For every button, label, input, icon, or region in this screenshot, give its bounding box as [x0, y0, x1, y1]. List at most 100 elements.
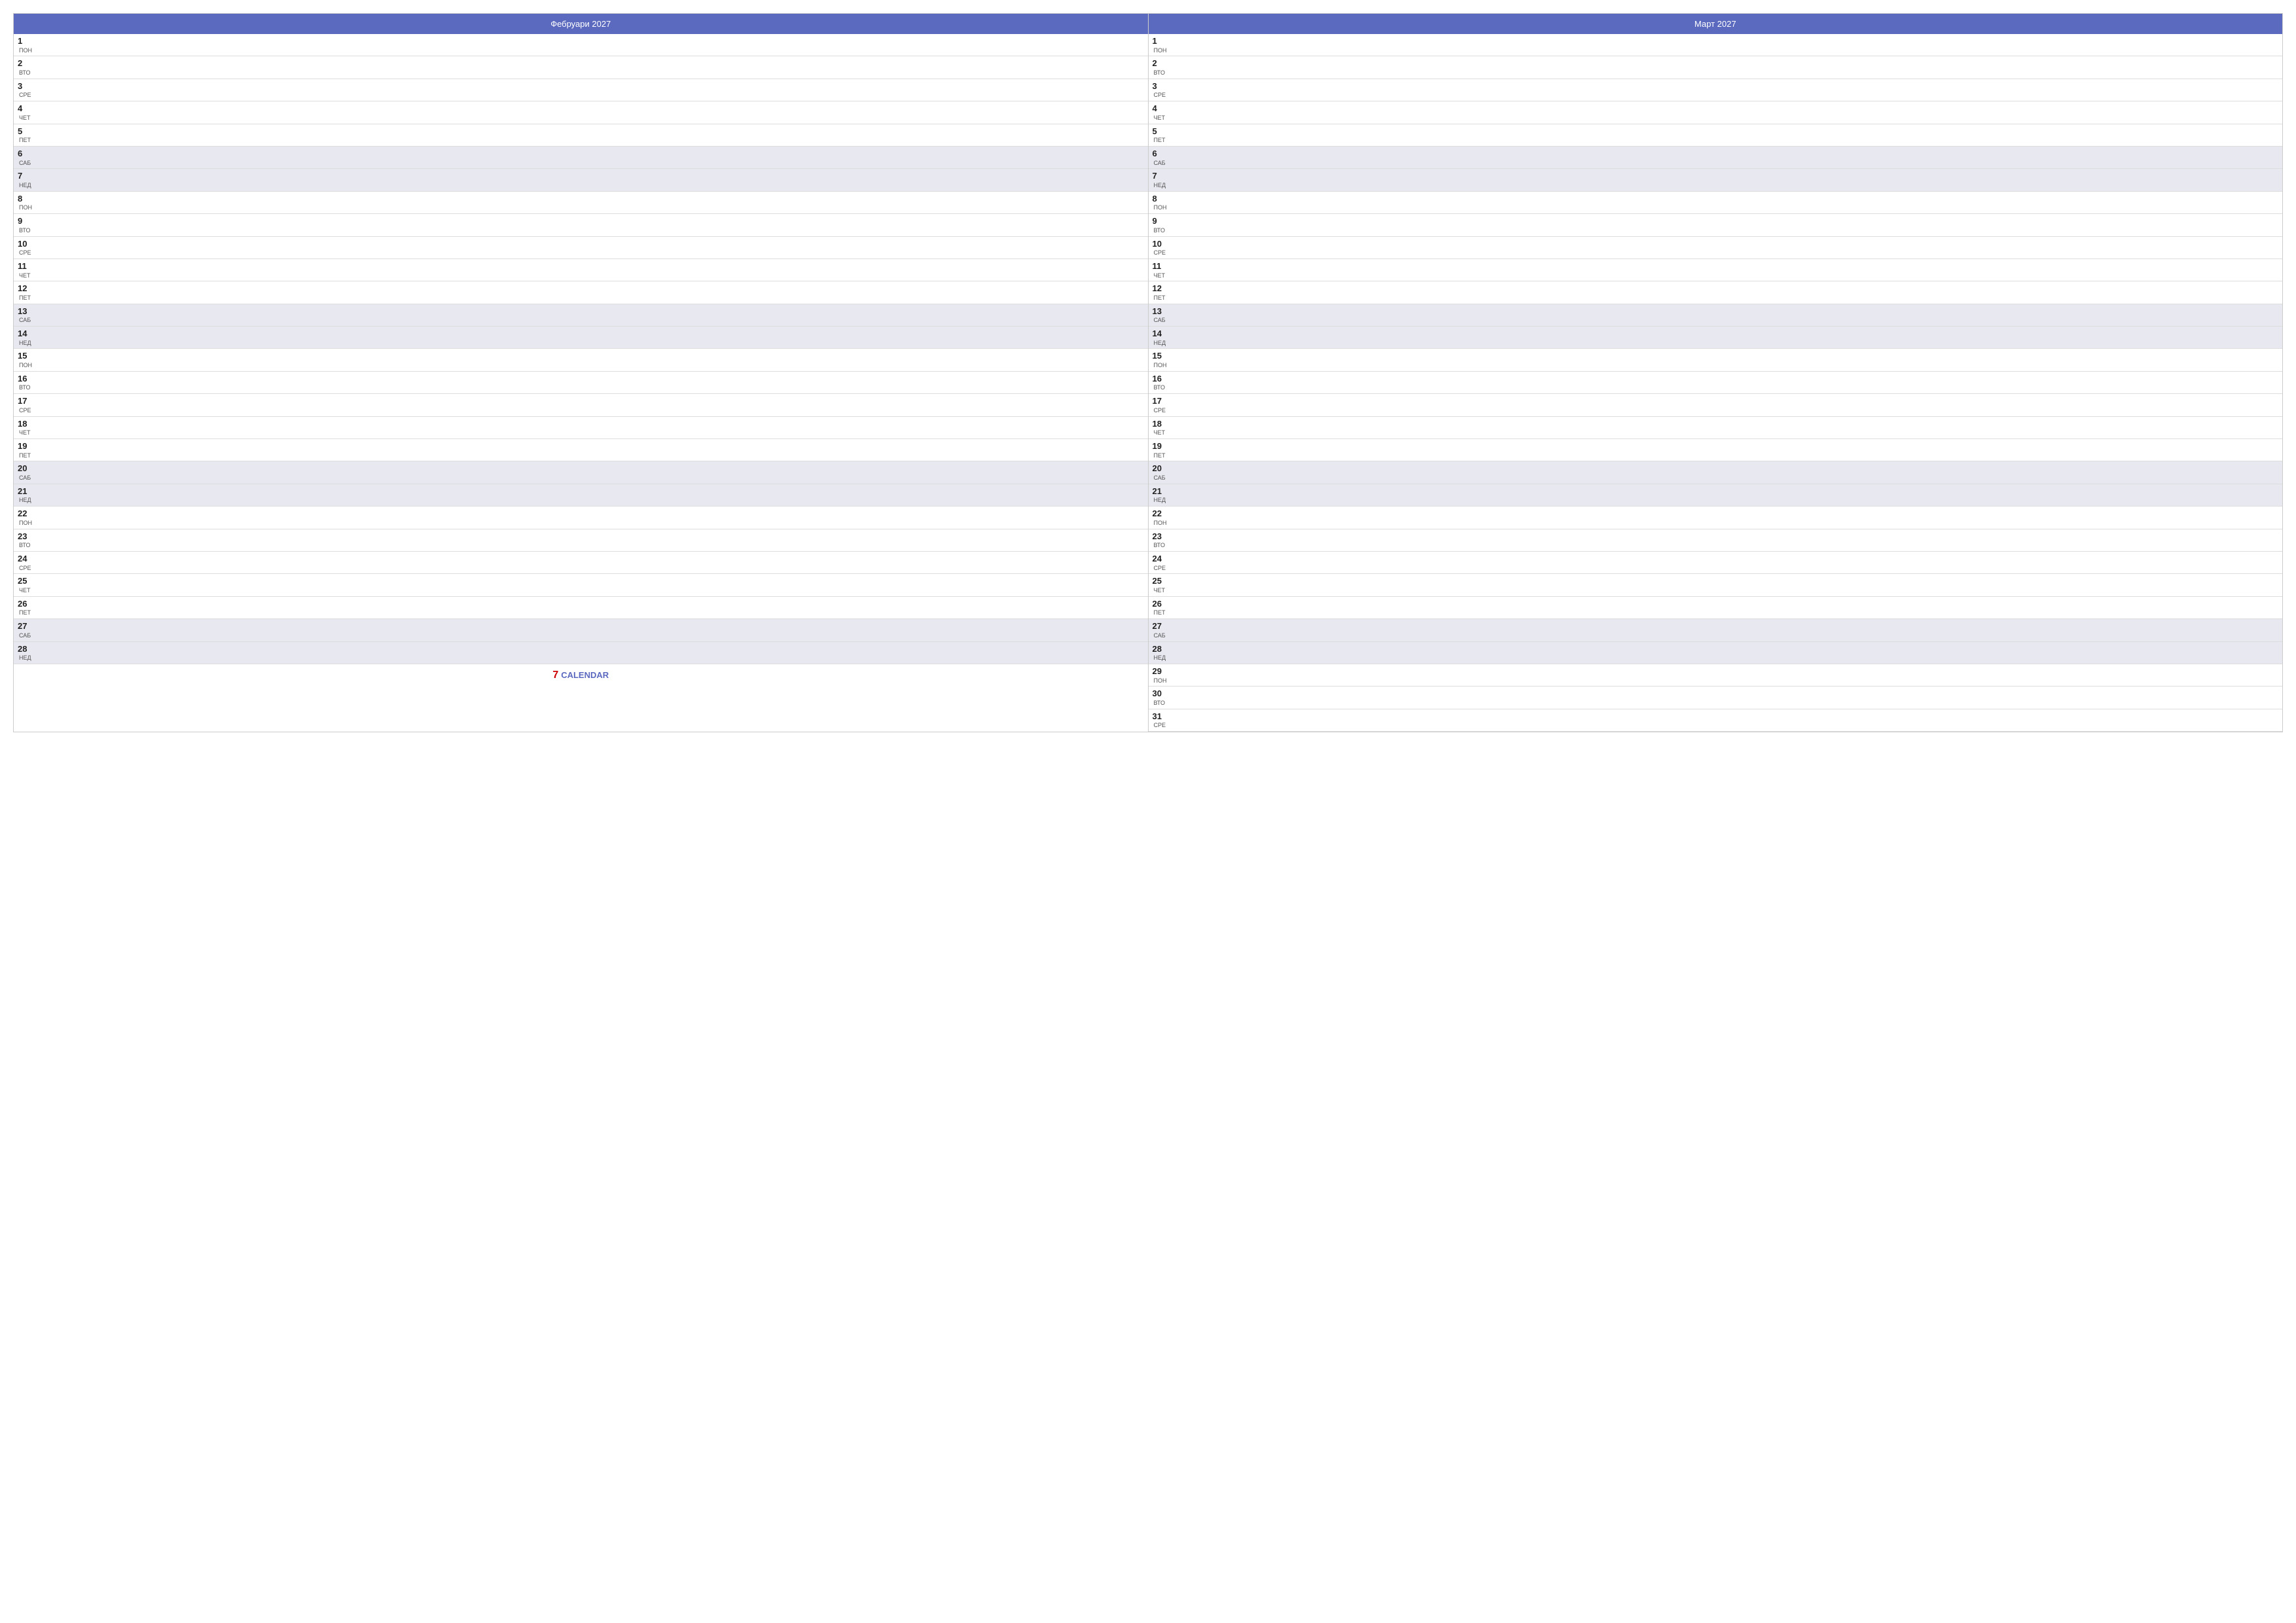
feb-day-row-27: 27САБ [14, 619, 1148, 641]
mar-day-name-24: СРЕ [1154, 565, 1166, 572]
mar-day-number-11: 11 [1153, 261, 1166, 272]
feb-day-row-5: 5ПЕТ [14, 124, 1148, 147]
mar-day-number-24: 24 [1153, 554, 1166, 564]
feb-day-row-9: 9ВТО [14, 214, 1148, 236]
mar-day-name-17: СРЕ [1154, 407, 1166, 414]
mar-day-name-29: ПОН [1154, 677, 1167, 685]
mar-day-number-25: 25 [1153, 576, 1166, 586]
feb-day-row-3: 3СРЕ [14, 79, 1148, 101]
mar-day-row-19: 19ПЕТ [1149, 439, 2283, 461]
feb-day-row-25: 25ЧЕТ [14, 574, 1148, 596]
mar-day-number-22: 22 [1153, 508, 1167, 519]
february-header: Фебруари 2027 [14, 14, 1148, 34]
mar-day-number-28: 28 [1153, 644, 1166, 654]
feb-day-name-6: САБ [19, 160, 31, 167]
feb-day-name-22: ПОН [19, 520, 32, 527]
feb-day-number-25: 25 [18, 576, 31, 586]
feb-day-number-4: 4 [18, 103, 31, 114]
feb-day-name-16: ВТО [19, 384, 31, 391]
feb-day-number-17: 17 [18, 396, 31, 406]
mar-day-row-13: 13САБ [1149, 304, 2283, 327]
mar-day-number-8: 8 [1153, 194, 1167, 204]
mar-day-row-3: 3СРЕ [1149, 79, 2283, 101]
mar-day-number-27: 27 [1153, 621, 1166, 632]
mar-day-name-15: ПОН [1154, 362, 1167, 369]
march-title: Март 2027 [1695, 19, 1736, 29]
feb-day-number-5: 5 [18, 126, 31, 137]
feb-day-name-13: САБ [19, 317, 31, 324]
mar-day-row-9: 9ВТО [1149, 214, 2283, 236]
feb-day-number-10: 10 [18, 239, 31, 249]
feb-day-row-7: 7НЕД [14, 169, 1148, 191]
feb-day-number-23: 23 [18, 531, 31, 542]
mar-day-number-26: 26 [1153, 599, 1166, 609]
mar-day-number-23: 23 [1153, 531, 1166, 542]
feb-day-name-11: ЧЕТ [19, 272, 31, 279]
calendar-footer: 7 CALENDAR [14, 664, 1148, 687]
feb-day-number-21: 21 [18, 486, 31, 497]
feb-day-number-13: 13 [18, 306, 31, 317]
mar-day-row-12: 12ПЕТ [1149, 281, 2283, 304]
mar-day-number-30: 30 [1153, 688, 1166, 699]
mar-day-number-19: 19 [1153, 441, 1166, 452]
mar-day-number-3: 3 [1153, 81, 1166, 92]
mar-day-row-21: 21НЕД [1149, 484, 2283, 507]
feb-day-row-13: 13САБ [14, 304, 1148, 327]
feb-day-row-12: 12ПЕТ [14, 281, 1148, 304]
mar-day-number-20: 20 [1153, 463, 1166, 474]
feb-day-number-20: 20 [18, 463, 31, 474]
mar-day-name-28: НЕД [1154, 654, 1166, 662]
mar-day-row-7: 7НЕД [1149, 169, 2283, 191]
mar-day-number-7: 7 [1153, 171, 1166, 181]
feb-day-name-27: САБ [19, 632, 31, 639]
feb-day-row-10: 10СРЕ [14, 237, 1148, 259]
february-days-container: 1ПОН2ВТО3СРЕ4ЧЕТ5ПЕТ6САБ7НЕД8ПОН9ВТО10СР… [14, 34, 1148, 664]
feb-day-name-3: СРЕ [19, 92, 31, 99]
mar-day-row-31: 31СРЕ [1149, 709, 2283, 732]
mar-day-name-9: ВТО [1154, 227, 1166, 234]
mar-day-name-4: ЧЕТ [1154, 115, 1166, 122]
mar-day-number-31: 31 [1153, 711, 1166, 722]
mar-day-name-7: НЕД [1154, 182, 1166, 189]
mar-day-row-15: 15ПОН [1149, 349, 2283, 371]
mar-day-name-1: ПОН [1154, 47, 1167, 54]
mar-day-number-9: 9 [1153, 216, 1166, 226]
mar-day-row-18: 18ЧЕТ [1149, 417, 2283, 439]
mar-day-number-10: 10 [1153, 239, 1166, 249]
mar-day-row-16: 16ВТО [1149, 372, 2283, 394]
mar-day-number-4: 4 [1153, 103, 1166, 114]
feb-day-name-28: НЕД [19, 654, 31, 662]
feb-day-name-1: ПОН [19, 47, 32, 54]
mar-day-row-29: 29ПОН [1149, 664, 2283, 687]
march-days-container: 1ПОН2ВТО3СРЕ4ЧЕТ5ПЕТ6САБ7НЕД8ПОН9ВТО10СР… [1149, 34, 2283, 732]
mar-day-row-1: 1ПОН [1149, 34, 2283, 56]
mar-day-row-22: 22ПОН [1149, 507, 2283, 529]
calendar-icon: 7 [552, 669, 558, 681]
feb-day-name-23: ВТО [19, 542, 31, 549]
feb-day-row-17: 17СРЕ [14, 394, 1148, 416]
mar-day-number-2: 2 [1153, 58, 1166, 69]
feb-day-row-24: 24СРЕ [14, 552, 1148, 574]
mar-day-row-6: 6САБ [1149, 147, 2283, 169]
feb-day-row-4: 4ЧЕТ [14, 101, 1148, 124]
calendar-label: CALENDAR [561, 670, 609, 680]
feb-day-name-20: САБ [19, 474, 31, 482]
mar-day-name-31: СРЕ [1154, 722, 1166, 729]
mar-day-name-21: НЕД [1154, 497, 1166, 504]
feb-day-name-25: ЧЕТ [19, 587, 31, 594]
mar-day-number-21: 21 [1153, 486, 1166, 497]
mar-day-row-10: 10СРЕ [1149, 237, 2283, 259]
mar-day-number-15: 15 [1153, 351, 1167, 361]
feb-day-number-22: 22 [18, 508, 32, 519]
mar-day-name-16: ВТО [1154, 384, 1166, 391]
mar-day-name-11: ЧЕТ [1154, 272, 1166, 279]
mar-day-row-25: 25ЧЕТ [1149, 574, 2283, 596]
mar-day-name-30: ВТО [1154, 700, 1166, 707]
mar-day-name-20: САБ [1154, 474, 1166, 482]
mar-day-row-28: 28НЕД [1149, 642, 2283, 664]
mar-day-row-26: 26ПЕТ [1149, 597, 2283, 619]
mar-day-number-6: 6 [1153, 149, 1166, 159]
feb-day-row-1: 1ПОН [14, 34, 1148, 56]
mar-day-row-11: 11ЧЕТ [1149, 259, 2283, 281]
mar-day-name-3: СРЕ [1154, 92, 1166, 99]
